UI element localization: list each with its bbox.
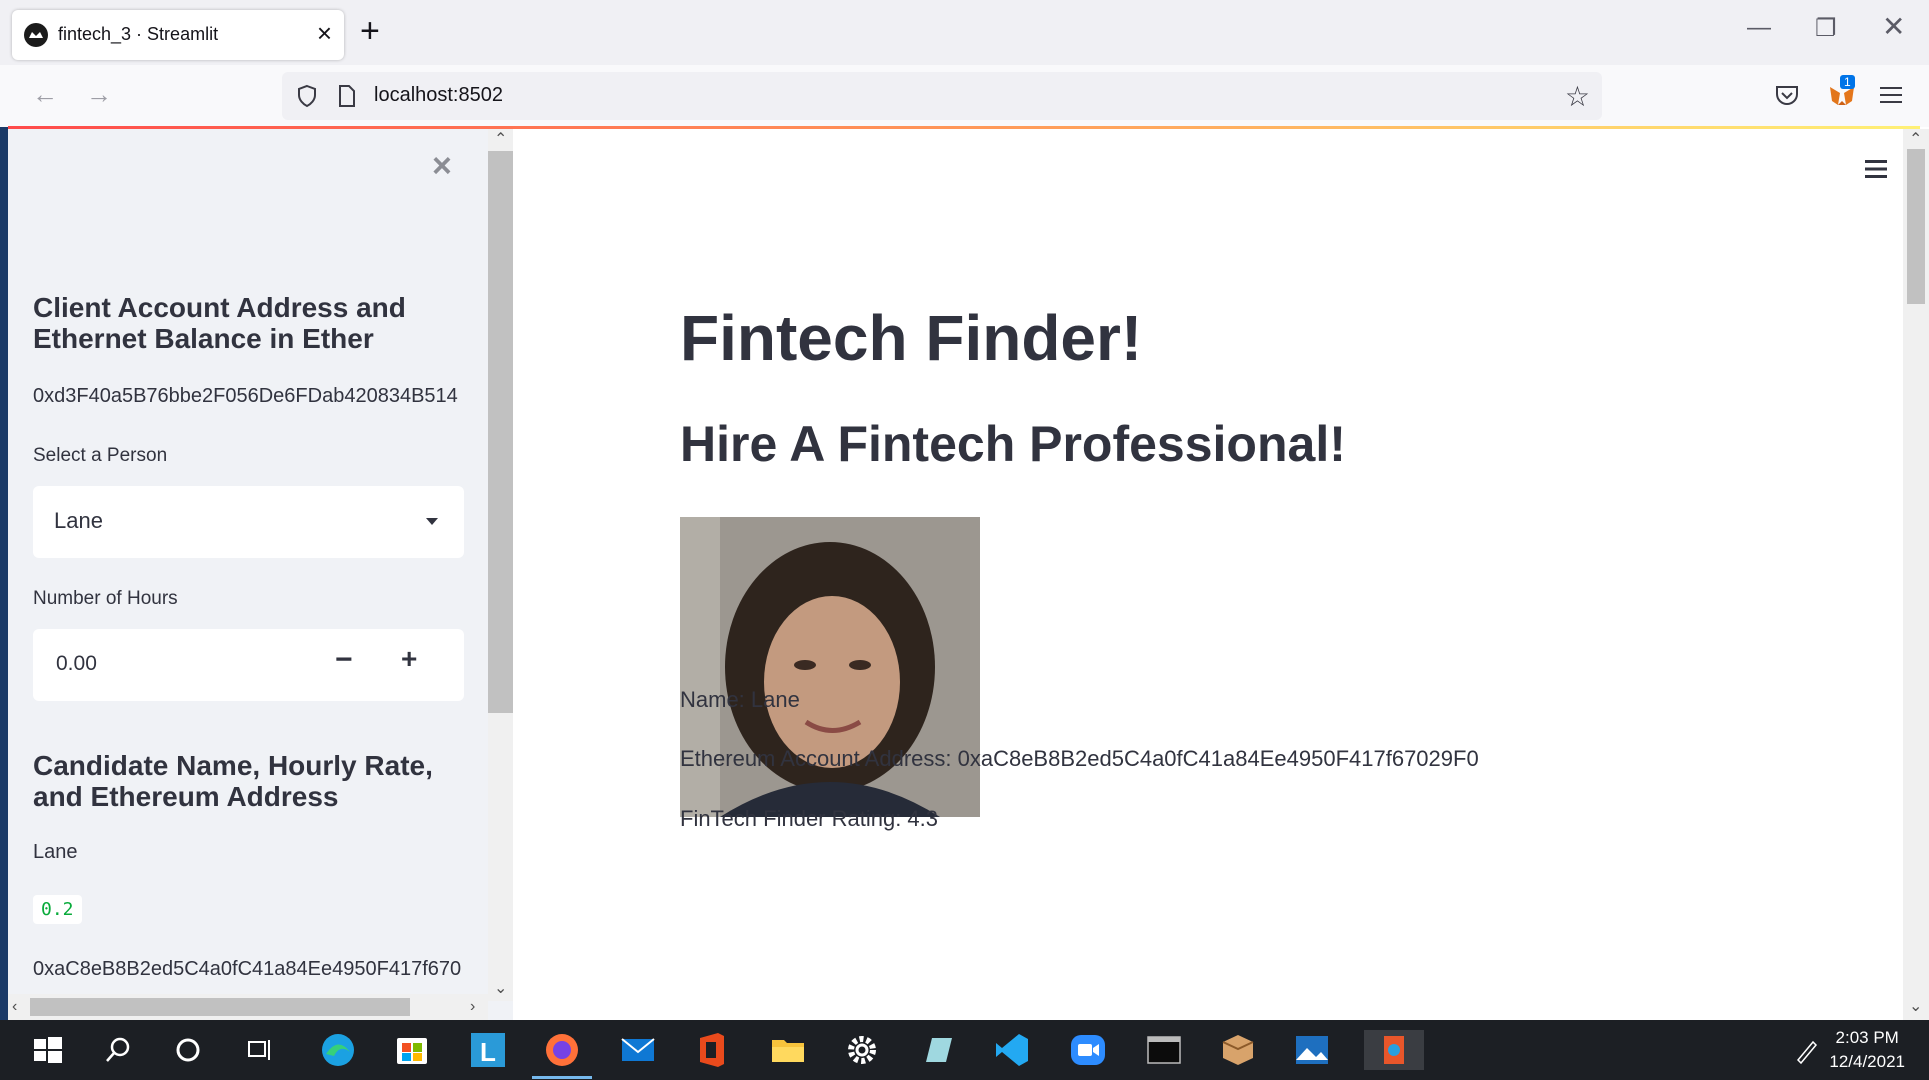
page-subtitle: Hire A Fintech Professional! (680, 416, 1346, 472)
hamburger-menu-icon[interactable] (1865, 159, 1887, 184)
settings-gear-icon[interactable] (842, 1030, 882, 1070)
clock-time: 2:03 PM (1835, 1028, 1899, 1047)
select-person-dropdown[interactable]: Lane (33, 486, 464, 558)
url-text: localhost:8502 (374, 84, 503, 106)
increment-button[interactable]: + (401, 643, 417, 675)
file-explorer-icon[interactable] (768, 1030, 808, 1070)
hours-value[interactable]: 0.00 (56, 652, 97, 676)
streamlit-favicon-icon (24, 23, 48, 47)
metamask-extension-icon[interactable]: 1 (1826, 75, 1858, 116)
sidebar-close-icon[interactable]: × (432, 149, 452, 183)
task-view-icon[interactable] (240, 1030, 280, 1070)
firefox-icon[interactable] (532, 1030, 592, 1079)
page-icon (338, 84, 356, 113)
scroll-up-arrow-icon[interactable]: ⌃ (494, 132, 507, 148)
candidate-rating-line: FinTech Finder Rating: 4.3 (680, 806, 939, 831)
page-scroll-down-icon[interactable]: ⌄ (1909, 999, 1922, 1015)
pocket-icon[interactable] (1774, 83, 1800, 112)
window-close-icon[interactable]: ✕ (1882, 10, 1905, 43)
candidate-name-line: Name: Lane (680, 687, 800, 712)
active-app-icon[interactable] (1364, 1030, 1424, 1070)
extension-badge: 1 (1840, 75, 1855, 89)
number-of-hours-label: Number of Hours (33, 588, 178, 609)
zoom-icon[interactable] (1068, 1030, 1108, 1070)
pen-icon[interactable] (1786, 1030, 1826, 1070)
page-scroll-up-icon[interactable]: ⌃ (1909, 132, 1922, 148)
windows-taskbar: L 2:03 PM 12/4/2021 (0, 1020, 1929, 1080)
minimize-icon[interactable]: — (1747, 14, 1771, 42)
candidate-name-text: Lane (33, 841, 78, 863)
candidate-photo (680, 517, 980, 817)
windows-start-icon[interactable] (28, 1030, 68, 1070)
sidebar-scroll-thumb[interactable] (488, 151, 513, 713)
package-box-icon[interactable] (1218, 1030, 1258, 1070)
microsoft-store-icon[interactable] (392, 1030, 432, 1070)
tab-title: fintech_3 · Streamlit (58, 24, 219, 44)
browser-tab[interactable]: fintech_3 · Streamlit × (12, 10, 344, 60)
tab-close-icon[interactable]: × (317, 20, 332, 46)
shield-icon[interactable] (296, 84, 318, 113)
main-content: Fintech Finder! Hire A Fintech Professio… (513, 129, 1903, 1020)
decrement-button[interactable]: − (335, 643, 353, 677)
browser-tab-strip: fintech_3 · Streamlit × + — ❐ ✕ (0, 0, 1929, 65)
back-arrow-icon[interactable]: ← (32, 81, 58, 107)
notes-app-icon[interactable] (918, 1030, 958, 1070)
client-account-heading: Client Account Address and Ethernet Bala… (33, 292, 406, 354)
cortana-icon[interactable] (168, 1030, 208, 1070)
taskbar-clock[interactable]: 2:03 PM 12/4/2021 (1829, 1026, 1905, 1074)
scroll-right-arrow-icon[interactable]: › (470, 999, 475, 1015)
active-app-indicator (532, 1076, 592, 1079)
window-edge (0, 127, 8, 1020)
browser-nav-bar: ← → localhost:8502 ☆ 1 (0, 65, 1929, 127)
client-address-text: 0xd3F40a5B76bbe2F056De6FDab420834B514 (33, 385, 458, 407)
select-person-label: Select a Person (33, 445, 168, 466)
new-tab-button[interactable]: + (360, 14, 380, 48)
office-icon[interactable] (692, 1030, 732, 1070)
hourly-rate-code: 0.2 (33, 895, 82, 924)
l-app-icon[interactable]: L (468, 1030, 508, 1070)
page-scroll-thumb[interactable] (1907, 149, 1925, 304)
sidebar-vertical-scrollbar[interactable]: ⌃ ⌄ (488, 129, 513, 1001)
candidate-eth-line: Ethereum Account Address: 0xaC8eB8B2ed5C… (680, 746, 1479, 771)
restore-icon[interactable]: ❐ (1815, 14, 1837, 43)
address-bar[interactable]: localhost:8502 ☆ (282, 72, 1602, 120)
mail-icon[interactable] (618, 1030, 658, 1070)
vscode-icon[interactable] (992, 1030, 1032, 1070)
forward-arrow-icon[interactable]: → (86, 81, 112, 107)
sidebar-horizontal-scrollbar[interactable]: ‹ › (8, 994, 488, 1020)
terminal-icon[interactable] (1144, 1030, 1184, 1070)
clock-date: 12/4/2021 (1829, 1052, 1905, 1071)
sidebar-hscroll-thumb[interactable] (30, 998, 410, 1016)
page-title: Fintech Finder! (680, 302, 1143, 374)
photos-icon[interactable] (1292, 1030, 1332, 1070)
menu-icon[interactable] (1880, 85, 1902, 110)
sidebar: × Client Account Address and Ethernet Ba… (8, 129, 513, 1020)
page-vertical-scrollbar[interactable]: ⌃ ⌄ (1903, 129, 1929, 1020)
hours-number-input[interactable]: 0.00 − + (33, 629, 464, 701)
candidate-eth-address-text: 0xaC8eB8B2ed5C4a0fC41a84Ee4950F417f670 (33, 958, 462, 980)
bookmark-star-icon[interactable]: ☆ (1565, 80, 1590, 113)
selected-person-value: Lane (54, 508, 103, 533)
chevron-down-icon (426, 518, 438, 525)
scroll-down-arrow-icon[interactable]: ⌄ (494, 981, 507, 997)
candidate-info-heading: Candidate Name, Hourly Rate, and Ethereu… (33, 750, 433, 812)
search-icon[interactable] (98, 1030, 138, 1070)
svg-text:L: L (480, 1037, 496, 1067)
edge-browser-icon[interactable] (318, 1030, 358, 1070)
scroll-left-arrow-icon[interactable]: ‹ (12, 999, 17, 1015)
